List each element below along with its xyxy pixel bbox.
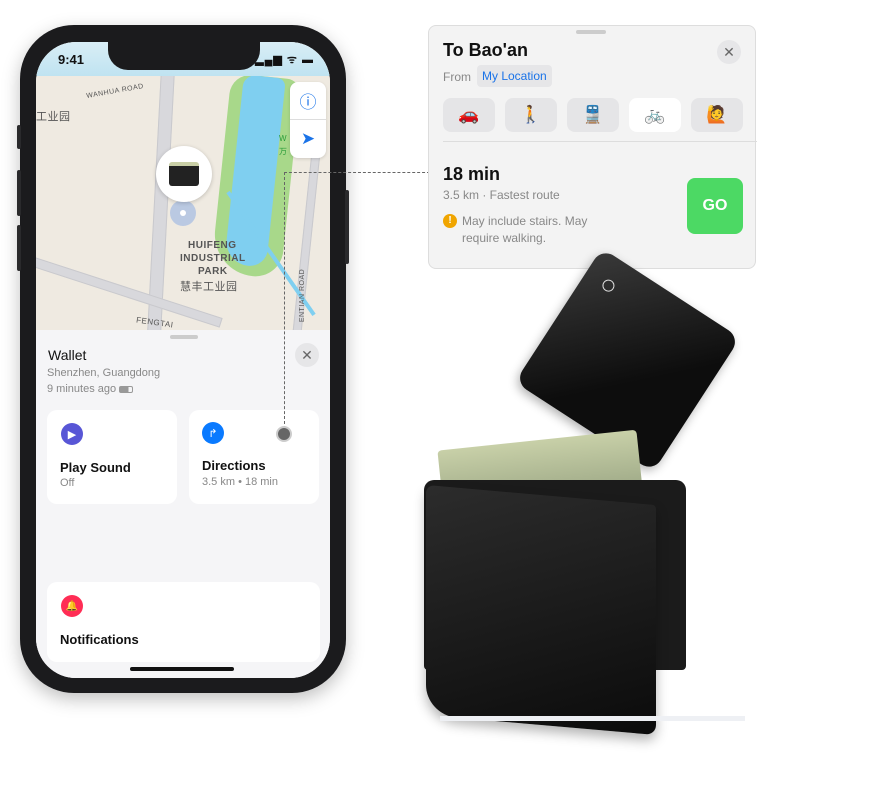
sheet-grabber[interactable] [170,335,198,339]
notifications-label: Notifications [60,632,139,647]
item-updated: 9 minutes ago [47,383,134,395]
directions-tile[interactable]: ↱ Directions 3.5 km • 18 min [189,410,319,504]
from-location-button[interactable]: My Location [477,65,552,87]
tracker-logo-icon [600,277,617,294]
updated-text: 9 minutes ago [47,383,117,395]
bell-icon: 🔔 [61,595,83,617]
item-location: Shenzhen, Guangdong [47,367,161,379]
map-label: 工业园 [36,111,71,123]
route-summary: 3.5 km · Fastest route [443,188,560,202]
route-warning: May include stairs. May require walking. [462,214,588,245]
map-label: 慧丰工业园 [180,281,238,293]
item-sheet: Wallet Shenzhen, Guangdong 9 minutes ago… [36,330,330,678]
map-label: INDUSTRIAL [180,253,246,264]
play-sound-status: Off [60,477,75,489]
silent-switch [17,125,21,149]
volume-down-button [17,225,21,271]
play-sound-label: Play Sound [60,460,131,475]
destination-title: To Bao'an [443,40,528,60]
map-label: WANHUA ROAD [85,83,145,100]
wallet-image [426,484,656,736]
connector-line [284,172,430,173]
warning-icon: ! [443,214,457,228]
map[interactable]: WANHUA ROAD 工业园 HUIFENG INDUSTRIAL PARK … [36,42,330,352]
connector-dot [276,426,292,442]
volume-up-button [17,170,21,216]
home-indicator [130,667,234,671]
phone-screen: WANHUA ROAD 工业园 HUIFENG INDUSTRIAL PARK … [36,42,330,678]
directions-card: To Bao'an ✕ From My Location 🚗 🚶 🚆 🚲 🙋 1… [428,25,757,269]
connector-line [284,172,285,434]
from-label: From [443,70,471,84]
map-label: PARK [198,266,228,277]
location-dot [170,200,196,226]
location-arrow-icon[interactable]: ➤ [290,120,326,158]
play-sound-tile[interactable]: ▶ Play Sound Off [47,410,177,504]
drive-mode-button[interactable]: 🚗 [443,98,495,132]
close-button[interactable]: ✕ [717,40,741,64]
info-icon[interactable]: ⓘ [290,82,326,120]
close-button[interactable]: ✕ [295,343,319,367]
play-icon: ▶ [61,423,83,445]
turn-right-arrow-icon: ↱ [202,422,224,444]
power-button [345,190,349,264]
directions-summary: 3.5 km • 18 min [202,476,278,488]
notch [108,42,260,70]
card-grabber [576,30,606,34]
map-controls: ⓘ ➤ [290,82,326,158]
cycle-mode-button[interactable]: 🚲 [629,98,681,132]
transit-mode-button[interactable]: 🚆 [567,98,619,132]
route-duration: 18 min [443,164,501,184]
go-button[interactable]: GO [687,178,743,234]
status-time: 9:41 [58,52,85,67]
map-label: 万 [279,147,288,156]
item-title: Wallet [48,347,87,363]
item-pin[interactable] [156,146,212,202]
signal-wifi-battery-icons: ▂▄▆ ᯤ ▬ [255,54,314,66]
map-label: HUIFENG [188,240,237,251]
map-label: ENTIAN ROAD [299,268,307,323]
wallet-thumbnail [169,162,199,186]
shadow-line [440,716,745,721]
divider [443,141,757,142]
rideshare-mode-button[interactable]: 🙋 [691,98,743,132]
walk-mode-button[interactable]: 🚶 [505,98,557,132]
map-label: W [279,134,288,143]
directions-label: Directions [202,458,266,473]
battery-icon [119,385,134,393]
notifications-tile[interactable]: 🔔 Notifications [47,582,320,662]
map-road [147,72,175,332]
